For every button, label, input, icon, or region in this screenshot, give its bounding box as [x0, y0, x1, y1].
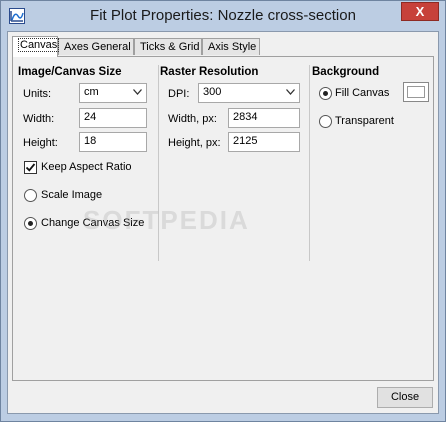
transparent-radio[interactable] — [319, 115, 332, 128]
scale-image-label[interactable]: Scale Image — [41, 189, 102, 201]
height-input[interactable]: 18 — [79, 132, 147, 152]
dpi-select-value: 300 — [203, 86, 222, 98]
canvas-panel: Image/Canvas Size Units: cm Width: 24 He… — [12, 56, 434, 381]
radio-selected-dot — [323, 91, 328, 96]
close-button[interactable]: Close — [377, 387, 433, 408]
units-select[interactable]: cm — [79, 83, 147, 103]
fill-color-swatch[interactable] — [403, 82, 429, 102]
change-canvas-radio[interactable] — [24, 217, 37, 230]
window-title: Fit Plot Properties: Nozzle cross-sectio… — [90, 7, 356, 24]
background-section-title: Background — [312, 66, 380, 78]
watermark-text: SOFTPEDIA — [83, 205, 250, 235]
raster-section-title: Raster Resolution — [160, 66, 259, 78]
chevron-down-icon — [286, 89, 295, 95]
units-select-value: cm — [84, 86, 99, 98]
fill-canvas-radio[interactable] — [319, 87, 332, 100]
height-px-label: Height, px: — [168, 137, 221, 149]
tab-ticks-grid[interactable]: Ticks & Grid — [134, 38, 202, 55]
dialog-client: Canvas Axes General Ticks & Grid Axis St… — [7, 31, 439, 414]
dialog-window: Fit Plot Properties: Nozzle cross-sectio… — [0, 0, 446, 422]
window-close-button[interactable]: X — [401, 2, 439, 21]
scale-image-radio[interactable] — [24, 189, 37, 202]
height-label: Height: — [23, 137, 58, 149]
transparent-label[interactable]: Transparent — [335, 115, 394, 127]
chevron-down-icon — [133, 89, 142, 95]
width-input[interactable]: 24 — [79, 108, 147, 128]
dpi-label: DPI: — [168, 88, 190, 100]
fill-canvas-label[interactable]: Fill Canvas — [335, 87, 389, 99]
fill-color-preview — [407, 86, 425, 98]
tab-canvas[interactable]: Canvas — [12, 36, 60, 57]
height-px-input[interactable]: 2125 — [228, 132, 300, 152]
units-label: Units: — [23, 88, 52, 100]
width-px-input[interactable]: 2834 — [228, 108, 300, 128]
width-label: Width: — [23, 113, 55, 125]
divider-2 — [309, 65, 310, 261]
tab-axes-general[interactable]: Axes General — [58, 38, 134, 55]
radio-selected-dot — [28, 221, 33, 226]
tab-axis-style[interactable]: Axis Style — [202, 38, 260, 55]
dpi-select[interactable]: 300 — [198, 83, 300, 103]
keep-aspect-checkbox[interactable] — [24, 161, 37, 174]
tab-canvas-label: Canvas — [18, 38, 60, 52]
width-px-label: Width, px: — [168, 113, 217, 125]
title-bar[interactable]: Fit Plot Properties: Nozzle cross-sectio… — [1, 1, 445, 31]
keep-aspect-label[interactable]: Keep Aspect Ratio — [41, 161, 132, 173]
checkmark-icon — [25, 163, 36, 172]
image-canvas-section-title: Image/Canvas Size — [18, 66, 122, 78]
